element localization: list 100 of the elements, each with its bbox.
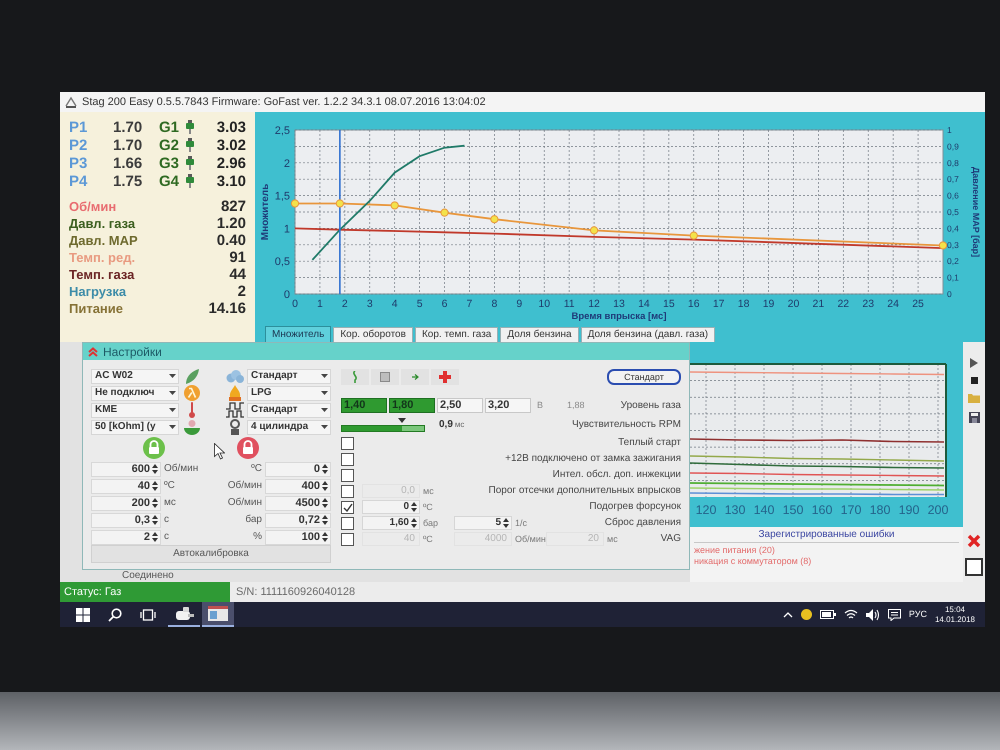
- taskbar-app[interactable]: [202, 602, 234, 627]
- gas-level-field[interactable]: 1,40: [341, 398, 387, 413]
- axis-tick-label: 15: [663, 298, 675, 310]
- injector-time: 2.96: [216, 156, 246, 170]
- option-checkbox[interactable]: [341, 468, 354, 482]
- axis-tick-label: 0,8: [947, 158, 959, 168]
- search-icon[interactable]: [108, 608, 122, 622]
- option-checkbox[interactable]: [341, 500, 354, 514]
- toolbar-button[interactable]: [431, 369, 459, 385]
- option-checkbox[interactable]: [341, 484, 354, 498]
- dropdown[interactable]: Стандарт: [247, 402, 331, 418]
- unit-label: ºC: [423, 534, 433, 544]
- chart-tab[interactable]: Кор. оборотов: [333, 327, 413, 342]
- gas-level-field[interactable]: 1,80: [389, 398, 435, 413]
- start-icon[interactable]: [76, 608, 90, 622]
- connection-status: Соединено: [122, 571, 174, 581]
- arrow-icon: [412, 374, 418, 380]
- toolbar-button[interactable]: [401, 369, 429, 385]
- spin-field[interactable]: 200: [91, 496, 161, 510]
- errors-checkbox[interactable]: [965, 558, 983, 576]
- gas-level-field[interactable]: 2,50: [437, 398, 483, 413]
- axis-tick-label: 150: [782, 503, 804, 517]
- dropdown[interactable]: Стандарт: [247, 368, 331, 384]
- battery-icon[interactable]: [820, 610, 836, 619]
- toolbar-button[interactable]: [341, 369, 369, 385]
- save-icon[interactable]: [968, 412, 980, 423]
- unit-label: мс: [423, 486, 434, 496]
- wifi-icon[interactable]: [844, 609, 858, 620]
- spin-field[interactable]: 1,60: [362, 516, 420, 530]
- autocalibration-button[interactable]: Автокалибровка: [91, 545, 331, 563]
- axis-tick-label: 6: [442, 298, 448, 310]
- close-icon[interactable]: [966, 533, 982, 549]
- dropdown[interactable]: KME: [91, 402, 179, 418]
- square-wave-icon: [226, 402, 244, 418]
- spin-field[interactable]: 2: [91, 530, 161, 544]
- spin-field[interactable]: 400: [265, 478, 331, 494]
- lambda-icon: [184, 385, 200, 401]
- unit-label: %: [253, 532, 262, 542]
- chart-tab[interactable]: Доля бензина: [500, 327, 579, 342]
- language-indicator[interactable]: РУС: [908, 610, 927, 619]
- spin-arrows-icon: [152, 481, 158, 491]
- axis-tick-label: 160: [812, 503, 832, 517]
- dropdown[interactable]: LPG: [247, 386, 331, 400]
- spin-field[interactable]: 600: [91, 462, 161, 476]
- axis-tick-label: 17: [712, 298, 725, 310]
- injector-label: G3: [159, 156, 180, 170]
- play-icon[interactable]: [970, 358, 978, 368]
- slider-thumb[interactable]: [398, 418, 406, 422]
- axis-tick-label: 120: [696, 503, 716, 517]
- clock-date[interactable]: 14.01.2018: [934, 614, 975, 624]
- spin-field[interactable]: 0,3: [91, 512, 161, 528]
- caret-down-icon: [169, 408, 176, 412]
- option-checkbox[interactable]: [341, 452, 354, 466]
- preset-button[interactable]: Стандарт: [607, 369, 681, 385]
- clock-time[interactable]: 15:04: [944, 604, 965, 614]
- chart-tab[interactable]: Доля бензина (давл. газа): [580, 327, 716, 342]
- spin-arrows-icon: [152, 515, 158, 525]
- axis-tick-label: 190: [898, 503, 920, 517]
- injector-label: G4: [159, 174, 180, 188]
- option-checkbox[interactable]: [341, 532, 354, 546]
- spin-field[interactable]: 0: [362, 500, 420, 514]
- spin-field[interactable]: 100: [265, 530, 331, 544]
- dropdown[interactable]: AC W02: [91, 368, 179, 384]
- injector-label: P4: [69, 174, 88, 188]
- slider-track[interactable]: [341, 424, 425, 432]
- unit-label: мс: [607, 534, 618, 544]
- spin-field[interactable]: 0,72: [265, 512, 331, 528]
- axis-tick-label: 8: [491, 298, 498, 310]
- spin-field[interactable]: 40: [91, 478, 161, 494]
- spin-field[interactable]: 4500: [265, 496, 331, 510]
- x-axis-title: Время впрыска [мс]: [572, 311, 666, 322]
- serial-number: S/N: 1111160926040128: [236, 586, 356, 598]
- spin-field[interactable]: 0: [265, 462, 331, 476]
- stop-icon[interactable]: [970, 377, 978, 384]
- task-view-icon[interactable]: [140, 608, 156, 620]
- dropdown[interactable]: 4 цилиндра: [247, 420, 331, 434]
- dropdown[interactable]: 50 [kOhm] (y: [91, 420, 179, 434]
- option-checkbox[interactable]: [341, 516, 354, 530]
- reading-value: 91: [229, 250, 246, 265]
- gas-level-field[interactable]: 3,20: [485, 398, 531, 413]
- chart-tab[interactable]: Кор. темп. газа: [414, 327, 498, 342]
- axis-tick-label: 1,5: [274, 190, 290, 203]
- circle-icon[interactable]: [800, 609, 812, 620]
- option-checkbox[interactable]: [341, 436, 354, 450]
- data-point: [590, 226, 598, 234]
- injector-pressure: 1.75: [113, 174, 144, 188]
- injector-time: 3.02: [216, 138, 246, 152]
- notification-icon[interactable]: [888, 608, 901, 620]
- injector-pressure: 1.70: [113, 138, 144, 152]
- dropdown[interactable]: Не подключ: [91, 386, 179, 400]
- chevron-up-icon[interactable]: [782, 612, 793, 618]
- axis-tick-label: 20: [788, 298, 800, 310]
- speaker-icon[interactable]: [866, 608, 880, 620]
- wave-icon: [351, 371, 359, 383]
- toolbar-button[interactable]: [371, 369, 399, 385]
- spin-arrows-icon: [322, 481, 328, 491]
- spin-field[interactable]: 5: [454, 516, 512, 530]
- unit-label: 1/с: [515, 518, 528, 528]
- reading-label: Давл. MAP: [69, 234, 138, 247]
- chart-tab[interactable]: Множитель: [265, 326, 332, 342]
